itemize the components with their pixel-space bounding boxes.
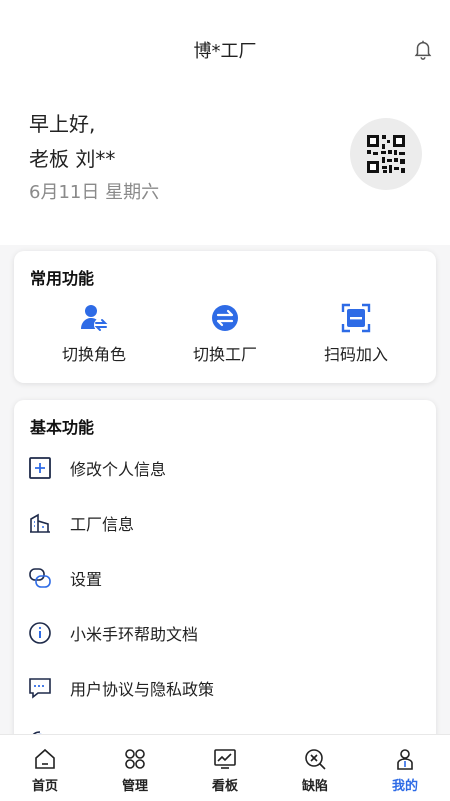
manage-icon <box>125 749 145 769</box>
privacy-label: 用户协议与隐私政策 <box>70 680 215 699</box>
switch-role-icon <box>81 305 108 332</box>
user-name: 老板 刘** <box>29 147 116 171</box>
greeting-line: 早上好, <box>29 112 96 136</box>
scan-icon <box>341 303 371 333</box>
settings-label: 设置 <box>70 570 103 589</box>
tab-home[interactable]: 首页 <box>0 735 90 801</box>
help-doc-label: 小米手环帮助文档 <box>70 625 199 644</box>
switch-factory-label: 切换工厂 <box>192 345 257 364</box>
bottom-tab-bar: 首页 管理 看板 缺陷 我的 <box>0 734 450 801</box>
info-icon <box>29 622 51 644</box>
scan-join-label: 扫码加入 <box>323 345 388 364</box>
basic-functions-title: 基本功能 <box>30 418 95 437</box>
top-area: 博*工厂 早上好, 老板 刘** 6月11日 星期六 <box>0 0 450 245</box>
settings-icon <box>29 568 51 588</box>
factory-icon <box>30 513 50 533</box>
switch-role-label: 切换角色 <box>61 345 126 364</box>
list-item-factory-info[interactable]: 工厂信息 <box>14 501 436 545</box>
qr-code-button[interactable] <box>350 118 422 190</box>
factory-info-label: 工厂信息 <box>70 515 135 534</box>
switch-factory-button[interactable]: 切换工厂 <box>165 303 285 365</box>
common-functions-card: 常用功能 切换角色 切换工厂 扫码加入 <box>14 251 436 383</box>
list-item-edit-profile[interactable]: 修改个人信息 <box>14 446 436 490</box>
tab-home-label: 首页 <box>31 779 58 794</box>
tab-defect-label: 缺陷 <box>301 779 328 794</box>
profile-icon <box>397 749 413 770</box>
switch-role-button[interactable]: 切换角色 <box>34 303 154 365</box>
defect-icon <box>305 749 326 770</box>
tab-dashboard-label: 看板 <box>211 779 238 794</box>
dashboard-icon <box>214 749 236 769</box>
list-item-help-doc[interactable]: 小米手环帮助文档 <box>14 611 436 655</box>
page-title: 博*工厂 <box>193 41 257 62</box>
tab-manage[interactable]: 管理 <box>90 735 180 801</box>
list-item-settings[interactable]: 设置 <box>14 556 436 600</box>
tab-profile-label: 我的 <box>391 779 418 794</box>
edit-profile-label: 修改个人信息 <box>70 460 167 479</box>
common-functions-title: 常用功能 <box>30 269 95 288</box>
qr-code-icon <box>367 135 405 173</box>
basic-functions-card: 基本功能 修改个人信息 工厂信息 设置 小米手环帮助文档 用户协议与隐私政策 <box>14 400 436 760</box>
switch-factory-icon <box>212 305 238 331</box>
home-icon <box>35 748 55 769</box>
edit-profile-icon <box>29 457 51 479</box>
tab-defect[interactable]: 缺陷 <box>270 735 360 801</box>
list-item-privacy[interactable]: 用户协议与隐私政策 <box>14 666 436 710</box>
chat-icon <box>29 678 51 699</box>
tab-profile[interactable]: 我的 <box>360 735 450 801</box>
bell-icon[interactable] <box>412 38 434 60</box>
scan-join-button[interactable]: 扫码加入 <box>296 303 416 365</box>
tab-manage-label: 管理 <box>121 779 148 794</box>
tab-dashboard[interactable]: 看板 <box>180 735 270 801</box>
date-text: 6月11日 星期六 <box>29 182 160 203</box>
